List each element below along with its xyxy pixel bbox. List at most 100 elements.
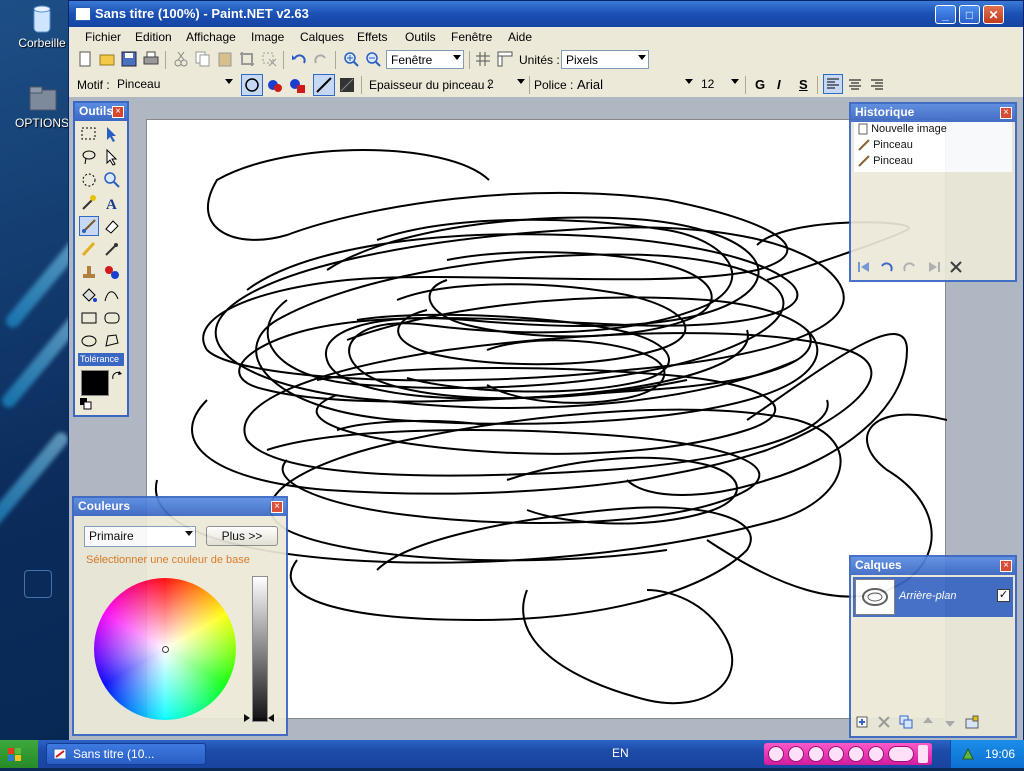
undo-icon[interactable] xyxy=(879,260,893,274)
delete-layer-icon[interactable] xyxy=(877,715,891,729)
close-icon[interactable]: × xyxy=(112,106,124,118)
media-next-icon[interactable] xyxy=(848,746,864,762)
history-item[interactable]: Nouvelle image xyxy=(858,123,947,135)
redo-icon[interactable] xyxy=(903,260,917,274)
redo-icon[interactable] xyxy=(313,51,329,67)
duplicate-layer-icon[interactable] xyxy=(899,715,913,729)
align-center-icon[interactable] xyxy=(847,77,863,93)
media-volume-icon[interactable] xyxy=(888,746,914,762)
paste-icon[interactable] xyxy=(217,51,233,67)
close-button[interactable]: ✕ xyxy=(983,5,1004,24)
copy-icon[interactable] xyxy=(195,51,211,67)
paintbrush-tool[interactable] xyxy=(79,216,99,236)
rounded-rectangle-tool-icon[interactable] xyxy=(102,308,122,328)
clock[interactable]: 19:06 xyxy=(985,747,1015,761)
underline-button[interactable]: S xyxy=(799,77,808,92)
more-colors-button[interactable]: Plus >> xyxy=(206,526,278,546)
ruler-icon[interactable] xyxy=(497,51,513,67)
open-folder-icon[interactable] xyxy=(99,51,115,67)
font-select[interactable]: Arial xyxy=(573,75,695,94)
ellipse-tool-icon[interactable] xyxy=(79,331,99,351)
desktop-icon-options[interactable]: OPTIONS xyxy=(12,84,72,130)
align-right-icon[interactable] xyxy=(869,77,885,93)
menu-outils[interactable]: Outils xyxy=(405,30,436,44)
clone-stamp-tool-icon[interactable] xyxy=(79,262,99,282)
delete-history-icon[interactable] xyxy=(949,260,963,274)
title-bar[interactable]: Sans titre (100%) - Paint.NET v2.63 _ □ … xyxy=(69,1,1023,27)
move-layer-down-icon[interactable] xyxy=(943,715,957,729)
history-item[interactable]: Pinceau xyxy=(858,155,913,167)
tolerance-label[interactable]: Tolérance xyxy=(78,353,124,366)
zoom-tool-icon[interactable] xyxy=(102,170,122,190)
color-wheel-cursor[interactable] xyxy=(162,646,169,653)
deselect-icon[interactable] xyxy=(261,51,277,67)
media-play-icon[interactable] xyxy=(808,746,824,762)
menu-image[interactable]: Image xyxy=(251,30,284,44)
color-mode-select[interactable]: Primaire xyxy=(84,526,196,547)
layer-properties-icon[interactable] xyxy=(965,715,979,729)
close-icon[interactable]: × xyxy=(1000,107,1012,119)
zoom-in-icon[interactable] xyxy=(343,51,359,67)
align-left-button[interactable] xyxy=(823,74,843,94)
close-icon[interactable]: × xyxy=(271,501,283,513)
media-menu-icon[interactable] xyxy=(918,745,928,763)
motif-select[interactable]: Pinceau xyxy=(113,75,235,94)
menu-effets[interactable]: Effets xyxy=(357,30,387,44)
media-logo-icon[interactable] xyxy=(768,746,784,762)
save-icon[interactable] xyxy=(121,51,137,67)
pencil-tool-icon[interactable] xyxy=(79,239,99,259)
move-layer-up-icon[interactable] xyxy=(921,715,935,729)
taskbar-window-button[interactable]: Sans titre (10... xyxy=(46,743,206,765)
zoom-out-icon[interactable] xyxy=(365,51,381,67)
undo-icon[interactable] xyxy=(291,51,307,67)
layer-visibility-checkbox[interactable]: ✓ xyxy=(997,589,1010,602)
menu-edition[interactable]: Edition xyxy=(135,30,172,44)
crop-icon[interactable] xyxy=(239,51,255,67)
minimize-button[interactable]: _ xyxy=(935,5,956,24)
italic-button[interactable]: I xyxy=(777,77,781,92)
rect-select-tool-icon[interactable] xyxy=(79,124,99,144)
media-stop-icon[interactable] xyxy=(788,746,804,762)
new-file-icon[interactable] xyxy=(77,51,93,67)
antialias-toggle[interactable] xyxy=(241,74,263,96)
media-pause-icon[interactable] xyxy=(828,746,844,762)
desktop-icon-recycle-bin[interactable]: Corbeille xyxy=(12,4,72,50)
colors-panel-title[interactable]: Couleurs xyxy=(74,498,286,516)
paint-bucket-tool-icon[interactable] xyxy=(79,285,99,305)
primary-color-swatch[interactable] xyxy=(81,370,109,396)
menu-calques[interactable]: Calques xyxy=(300,30,344,44)
eraser-tool-icon[interactable] xyxy=(102,216,122,236)
line-curve-tool-icon[interactable] xyxy=(102,285,122,305)
media-player-toolbar[interactable] xyxy=(764,743,932,765)
network-icon[interactable] xyxy=(961,747,975,761)
add-layer-icon[interactable] xyxy=(855,715,869,729)
layer-row[interactable]: Arrière-plan ✓ xyxy=(853,577,1013,617)
fast-forward-icon[interactable] xyxy=(927,260,941,274)
rewind-icon[interactable] xyxy=(857,260,871,274)
close-icon[interactable]: × xyxy=(1000,560,1012,572)
fill-primary-icon[interactable] xyxy=(267,77,283,93)
swap-colors-icon[interactable] xyxy=(111,371,123,383)
font-size-select[interactable]: 12 xyxy=(697,75,741,94)
recolor-tool-icon[interactable] xyxy=(102,262,122,282)
layers-panel-title[interactable]: Calques xyxy=(851,557,1015,575)
history-item[interactable]: Pinceau xyxy=(858,139,913,151)
brush-width-select[interactable]: 2 xyxy=(483,75,527,94)
zoom-mode-select[interactable]: Fenêtre xyxy=(386,50,464,69)
start-button[interactable] xyxy=(0,740,38,768)
bold-button[interactable]: G xyxy=(755,77,765,92)
menu-fenetre[interactable]: Fenêtre xyxy=(451,30,492,44)
text-tool-icon[interactable]: A xyxy=(102,193,122,213)
fill-secondary-icon[interactable] xyxy=(289,77,305,93)
lasso-tool-icon[interactable] xyxy=(79,147,99,167)
ellipse-select-tool-icon[interactable] xyxy=(79,170,99,190)
units-select[interactable]: Pixels xyxy=(561,50,649,69)
menu-affichage[interactable]: Affichage xyxy=(186,30,236,44)
rectangle-tool-icon[interactable] xyxy=(79,308,99,328)
reset-colors-icon[interactable] xyxy=(79,397,93,411)
menu-aide[interactable]: Aide xyxy=(508,30,532,44)
value-slider[interactable] xyxy=(252,576,268,722)
menu-fichier[interactable]: Fichier xyxy=(85,30,121,44)
grid-icon[interactable] xyxy=(475,51,491,67)
magic-wand-tool-icon[interactable] xyxy=(79,193,99,213)
